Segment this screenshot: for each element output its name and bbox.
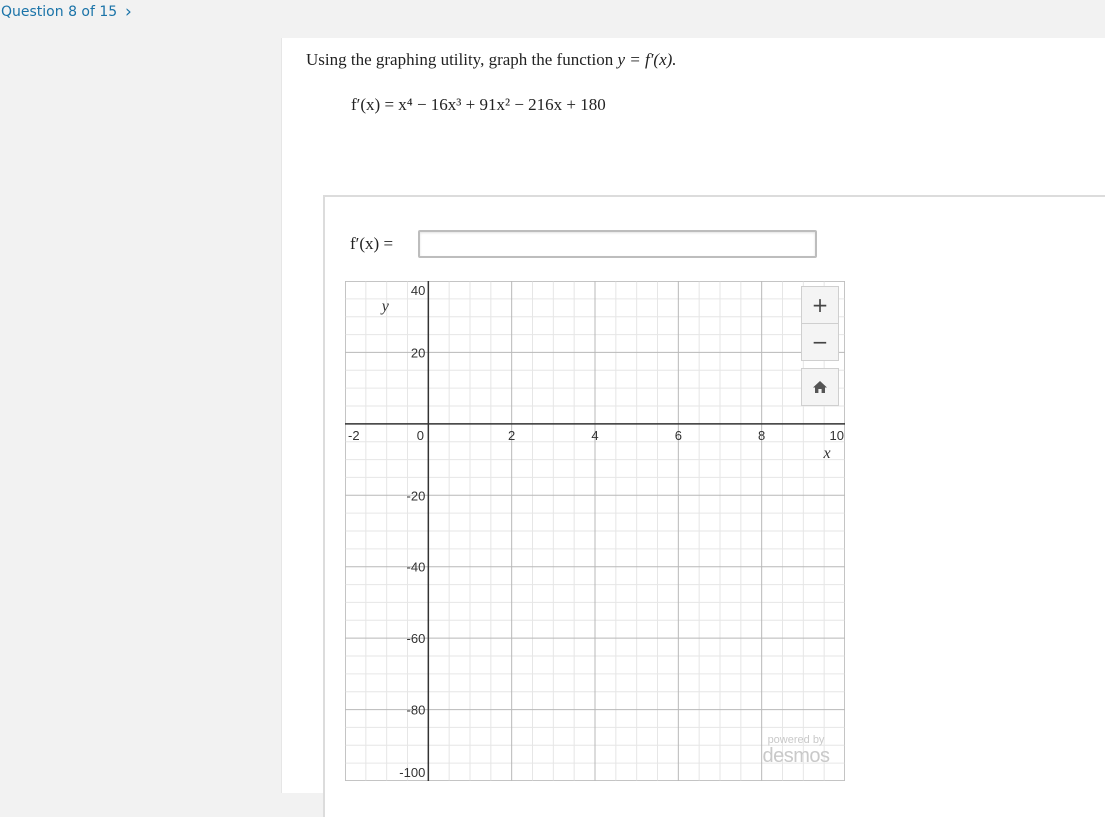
x-tick-label: 0 — [417, 428, 424, 443]
y-tick-label: -80 — [407, 703, 426, 718]
y-tick-label: -100 — [399, 765, 425, 780]
x-tick-label: 4 — [591, 428, 598, 443]
x-tick-label: 2 — [508, 428, 515, 443]
minus-icon: − — [811, 330, 829, 354]
question-prompt: Using the graphing utility, graph the fu… — [306, 50, 677, 70]
function-equation: f′(x) = x⁴ − 16x³ + 91x² − 216x + 180 — [351, 95, 606, 114]
home-icon — [813, 381, 827, 393]
y-tick-label: -60 — [407, 631, 426, 646]
question-counter: Question 8 of 15 — [1, 4, 118, 20]
plus-icon: + — [811, 293, 829, 317]
x-tick-label: -2 — [348, 428, 360, 443]
prompt-text: Using the graphing utility, graph the fu… — [306, 50, 618, 69]
x-axis-label: x — [822, 445, 830, 462]
prompt-math: y = f′(x). — [617, 50, 677, 69]
desmos-branding: powered by desmos — [756, 735, 836, 767]
y-axis-label: y — [380, 298, 390, 315]
function-input-label: f′(x) = — [350, 234, 394, 253]
next-question-icon[interactable]: › — [125, 2, 132, 22]
y-tick-label: 40 — [411, 283, 425, 298]
desmos-graph[interactable]: -2 0 2 4 6 8 10 40 20 -20 -40 -60 -80 -100 x y + − powe… — [344, 280, 846, 782]
zoom-in-button[interactable]: + — [801, 286, 839, 323]
question-content: Using the graphing utility, graph the fu… — [281, 38, 1105, 817]
top-bar: Question 8 of 15 › — [0, 0, 1105, 38]
y-tick-label: -20 — [407, 488, 426, 503]
graph-canvas[interactable]: -2 0 2 4 6 8 104020-20-40-60-80-100xy — [344, 280, 846, 782]
x-tick-label: 10 — [830, 428, 844, 443]
x-tick-label: 8 — [758, 428, 765, 443]
default-view-button[interactable] — [801, 368, 839, 406]
y-tick-label: -40 — [407, 560, 426, 575]
function-input[interactable] — [418, 230, 817, 258]
zoom-out-button[interactable]: − — [801, 323, 839, 361]
graphing-utility-panel: f′(x) = -2 0 2 4 6 8 10 40 20 -20 -40 -60 -80 -100 x y … — [323, 195, 1105, 817]
x-tick-label: 6 — [675, 428, 682, 443]
desmos-logo: desmos — [762, 745, 830, 767]
y-tick-label: 20 — [411, 345, 425, 360]
